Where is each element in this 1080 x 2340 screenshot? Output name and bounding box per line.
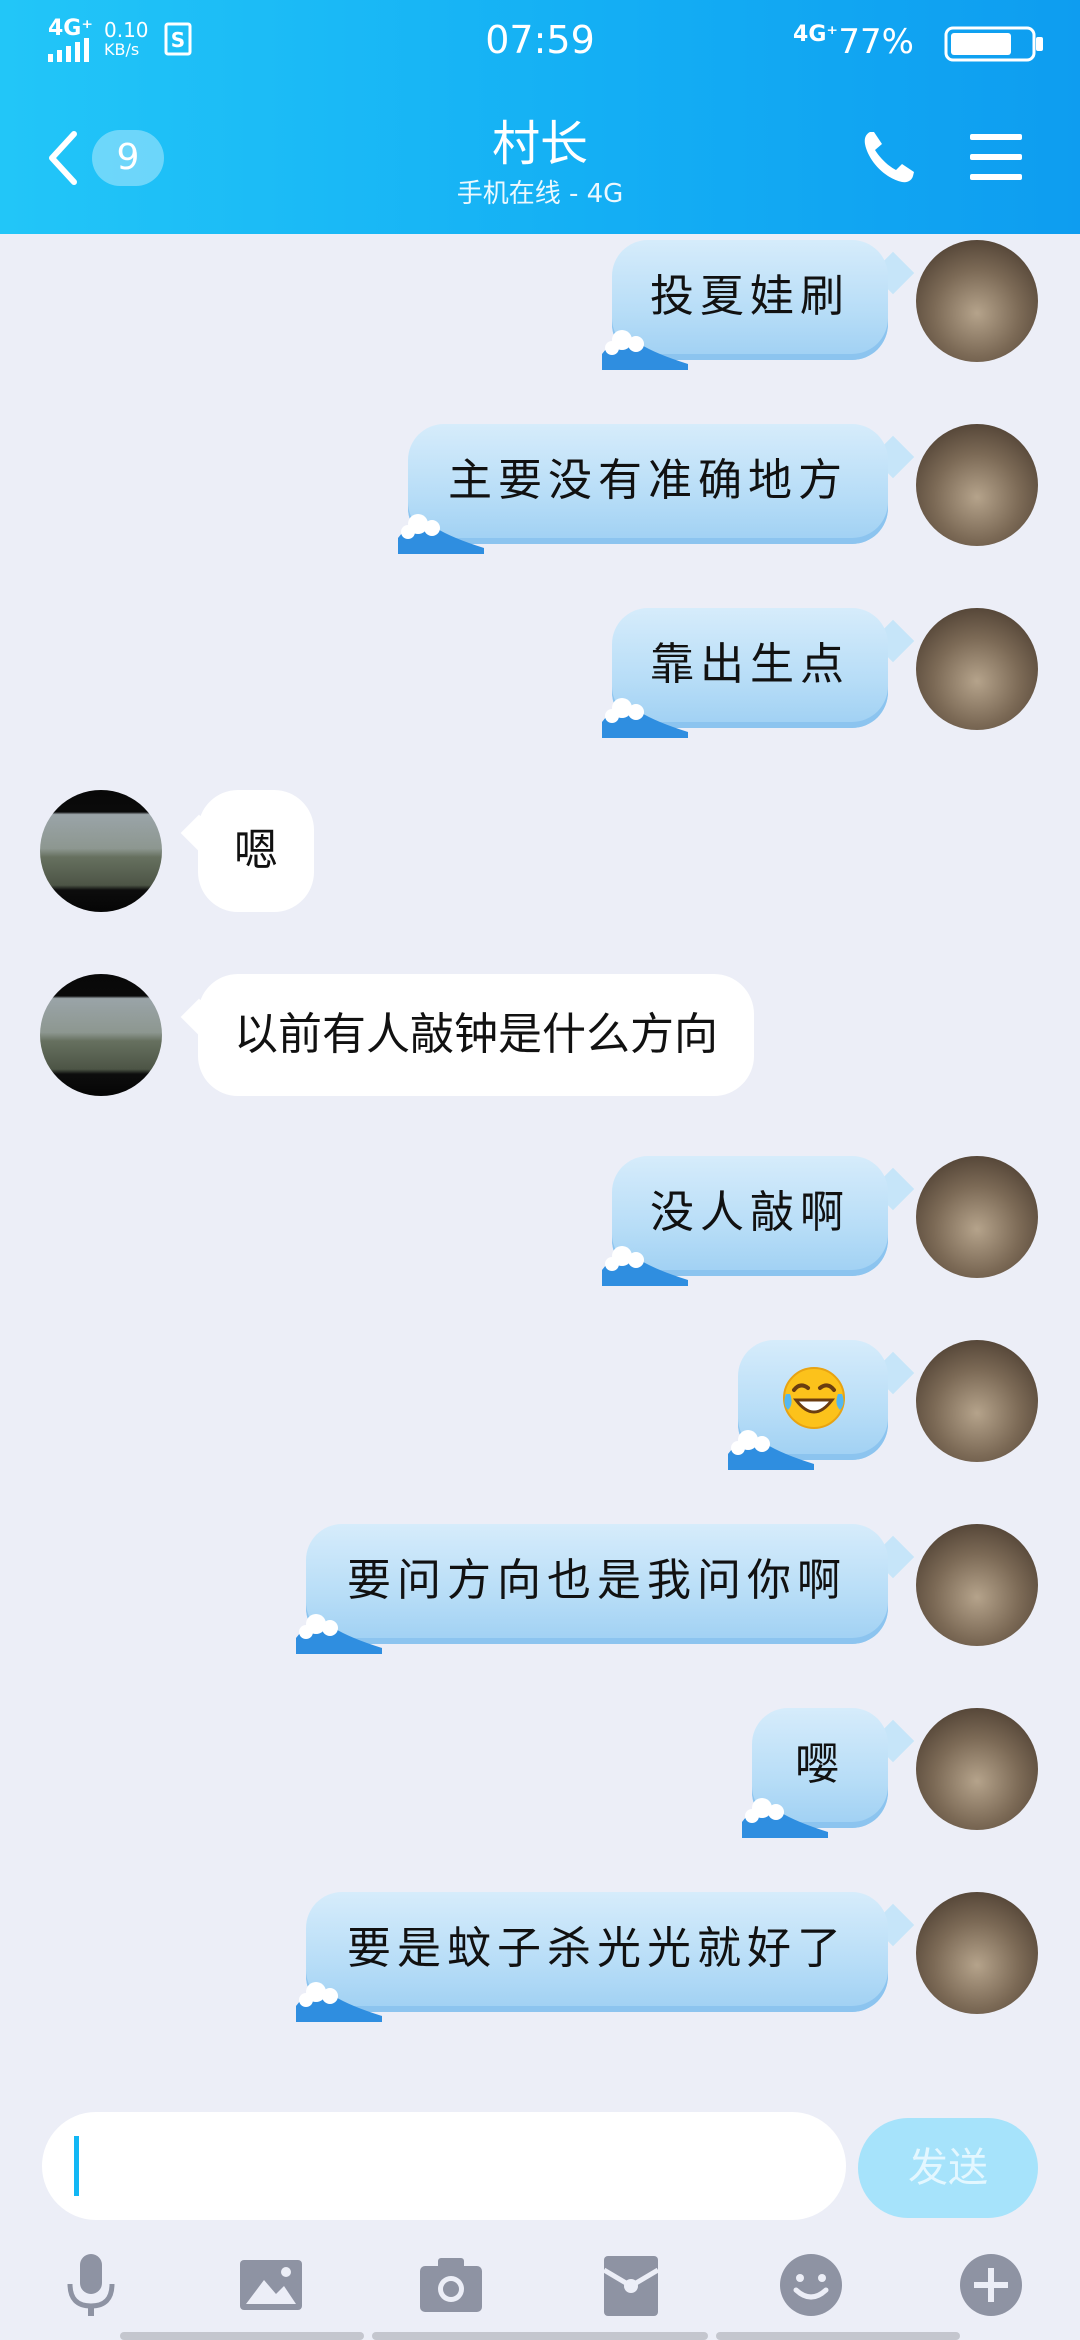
microphone-icon[interactable] [56, 2250, 126, 2320]
message-row: 嗯 [0, 790, 1080, 920]
message-input[interactable] [42, 2112, 846, 2220]
wave-decoration [728, 1430, 814, 1470]
network-type-right: 4G⁺ [793, 22, 838, 47]
status-right: 4G⁺ 77% [746, 18, 1046, 66]
wave-decoration [602, 698, 688, 738]
image-icon[interactable] [236, 2250, 306, 2320]
wave-decoration [602, 330, 688, 370]
menu-icon[interactable] [968, 130, 1024, 184]
avatar[interactable] [40, 974, 162, 1096]
nav-indicator [716, 2332, 960, 2340]
phone-icon[interactable] [860, 128, 916, 186]
message-row: 投夏娃刷 [0, 240, 1080, 370]
avatar[interactable] [916, 1524, 1038, 1646]
plus-icon[interactable] [956, 2250, 1026, 2320]
chat-title: 村长 [491, 116, 588, 172]
message-row: 以前有人敲钟是什么方向 [0, 974, 1080, 1104]
nav-indicator [120, 2332, 364, 2340]
message-bubble[interactable]: 嗯 [198, 790, 314, 912]
avatar[interactable] [916, 1340, 1038, 1462]
message-bubble[interactable]: 要问方向也是我问你啊 [306, 1524, 888, 1644]
wave-decoration [742, 1798, 828, 1838]
red-packet-icon[interactable] [596, 2250, 666, 2320]
header: 4G⁺ 0.10 KB/s S 07:59 4G⁺ 77% 9 村长 手机在线 … [0, 0, 1080, 234]
battery-icon [944, 26, 1043, 62]
message-row: 要问方向也是我问你啊 [0, 1524, 1080, 1654]
message-row: 主要没有准确地方 [0, 424, 1080, 554]
avatar[interactable] [40, 790, 162, 912]
avatar[interactable] [916, 240, 1038, 362]
message-row: 嘤 [0, 1708, 1080, 1838]
message-bubble[interactable]: 要是蚊子杀光光就好了 [306, 1892, 888, 2012]
avatar[interactable] [916, 608, 1038, 730]
text-cursor [74, 2136, 79, 2196]
message-row: 没人敲啊 [0, 1156, 1080, 1286]
avatar[interactable] [916, 1156, 1038, 1278]
emoji-icon[interactable] [776, 2250, 846, 2320]
nav-indicator [372, 2332, 708, 2340]
status-bar: 4G⁺ 0.10 KB/s S 07:59 4G⁺ 77% [0, 0, 1080, 84]
message-row [0, 1340, 1080, 1470]
avatar[interactable] [916, 424, 1038, 546]
wave-decoration [296, 1982, 382, 2022]
wave-decoration [602, 1246, 688, 1286]
wave-decoration [296, 1614, 382, 1654]
send-button[interactable]: 发送 [858, 2118, 1038, 2218]
chat-subtitle: 手机在线 - 4G [456, 179, 624, 209]
wave-decoration [398, 514, 484, 554]
composer: 发送 [0, 2094, 1080, 2234]
chat-area[interactable]: 投夏娃刷 主要没有准确地方 靠出生点 嗯 以前有人敲钟是什么方向 没人敲啊 要问… [0, 234, 1080, 2094]
avatar[interactable] [916, 1892, 1038, 2014]
nav-bar: 9 村长 手机在线 - 4G [0, 84, 1080, 234]
message-bubble[interactable]: 以前有人敲钟是什么方向 [198, 974, 754, 1096]
battery-percent: 77% [838, 22, 914, 62]
toolbar [0, 2234, 1080, 2340]
message-row: 靠出生点 [0, 608, 1080, 738]
camera-icon[interactable] [416, 2250, 486, 2320]
message-row: 要是蚊子杀光光就好了 [0, 1892, 1080, 2022]
avatar[interactable] [916, 1708, 1038, 1830]
